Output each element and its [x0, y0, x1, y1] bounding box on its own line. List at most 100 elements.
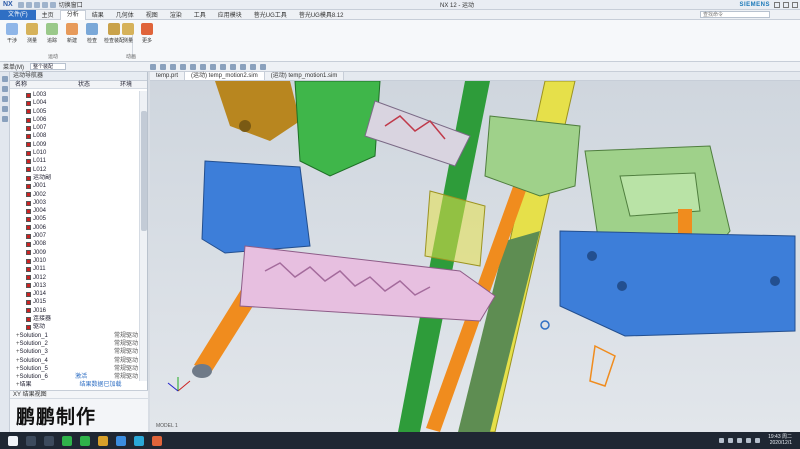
navigator-row[interactable]: L010 — [10, 149, 138, 157]
navigator-row[interactable]: 运动副 — [10, 174, 138, 182]
visibility-checkbox[interactable] — [26, 300, 31, 306]
visibility-checkbox[interactable] — [26, 308, 31, 314]
visibility-checkbox[interactable] — [26, 100, 31, 106]
tab-ug-tools[interactable]: 菩光UG工具 — [248, 10, 293, 19]
new-button[interactable]: 新建 — [62, 23, 82, 44]
navigator-row[interactable]: J005 — [10, 215, 138, 223]
light-green-lock[interactable] — [484, 115, 581, 197]
navigator-row[interactable]: L005 — [10, 108, 138, 116]
copy-icon[interactable] — [49, 1, 56, 8]
ime-icon[interactable] — [755, 438, 760, 443]
visibility-checkbox[interactable] — [26, 134, 31, 140]
navigator-row[interactable]: L006 — [10, 116, 138, 124]
navigator-row[interactable]: J001 — [10, 182, 138, 190]
app-icon-green[interactable] — [62, 435, 72, 446]
folder-icon[interactable] — [98, 435, 108, 446]
tab-ug-mold[interactable]: 菩光UG模具8.12 — [293, 10, 350, 19]
tab-render[interactable]: 渲染 — [164, 10, 188, 19]
visibility-checkbox[interactable] — [26, 266, 31, 272]
navigator-row[interactable]: J008 — [10, 240, 138, 248]
face-icon[interactable] — [180, 63, 186, 70]
interference-button[interactable]: 干涉 — [2, 23, 22, 44]
graphics-window[interactable]: MODEL 1 — [150, 81, 800, 432]
visibility-checkbox[interactable] — [26, 159, 31, 165]
tab-geometry[interactable]: 几何体 — [110, 10, 140, 19]
navigator-row[interactable]: 驱动 — [10, 323, 138, 331]
view-icon[interactable] — [210, 63, 216, 70]
navigator-row[interactable]: + Solution_4 常规驱动 — [10, 357, 138, 365]
navigator-row[interactable]: + Solution_2 常规驱动 — [10, 340, 138, 348]
menu-dropdown[interactable]: 菜单(M) — [0, 62, 27, 71]
quick-access-toolbar[interactable] — [17, 1, 56, 8]
gold-lifter[interactable] — [215, 81, 300, 141]
visibility-checkbox[interactable] — [26, 233, 31, 239]
visibility-checkbox[interactable] — [26, 183, 31, 189]
switch-window-button[interactable]: 切换窗口 — [59, 0, 83, 9]
wechat-icon[interactable] — [80, 435, 90, 446]
save-icon[interactable] — [17, 1, 24, 8]
navigator-icon[interactable] — [2, 76, 8, 82]
tray-icon[interactable] — [719, 438, 724, 443]
command-search-input[interactable]: 查找命令 — [700, 11, 770, 18]
network-icon[interactable] — [737, 438, 742, 443]
visibility-checkbox[interactable] — [26, 241, 31, 247]
undo-icon[interactable] — [25, 1, 32, 8]
cad-model-view[interactable] — [150, 81, 800, 432]
layer-icon[interactable] — [260, 63, 266, 70]
cut-icon[interactable] — [41, 1, 48, 8]
navigator-row[interactable]: L011 — [10, 157, 138, 165]
visibility-checkbox[interactable] — [26, 109, 31, 115]
tab-home[interactable]: 主页 — [36, 10, 60, 19]
navigator-scrollbar[interactable] — [139, 91, 147, 381]
tab-view[interactable]: 视图 — [140, 10, 164, 19]
measure-2-button[interactable]: 测量 — [118, 23, 138, 44]
part-navigator-icon[interactable] — [2, 86, 8, 92]
navigator-row[interactable]: L007 — [10, 124, 138, 132]
navigator-row[interactable]: + Solution_3 常规驱动 — [10, 348, 138, 356]
navigator-row[interactable]: J007 — [10, 232, 138, 240]
tab-tools[interactable]: 工具 — [188, 10, 212, 19]
nx-taskbar-icon[interactable] — [116, 435, 126, 446]
navigator-row[interactable]: J004 — [10, 207, 138, 215]
visibility-checkbox[interactable] — [26, 142, 31, 148]
navigator-row[interactable]: + Solution_5 常规驱动 — [10, 365, 138, 373]
blue-base-plate[interactable] — [559, 230, 796, 337]
edge-icon[interactable] — [190, 63, 196, 70]
navigator-row[interactable]: + 结果 结果数据已加载 — [10, 381, 138, 389]
pan-icon[interactable] — [240, 63, 246, 70]
task-view-icon[interactable] — [44, 435, 54, 446]
navigator-row[interactable]: J012 — [10, 274, 138, 282]
blue-slider-block[interactable] — [201, 160, 311, 254]
navigator-row[interactable]: J003 — [10, 199, 138, 207]
body-icon[interactable] — [200, 63, 206, 70]
visibility-checkbox[interactable] — [26, 324, 31, 330]
navigator-row[interactable]: L008 — [10, 132, 138, 140]
visibility-checkbox[interactable] — [26, 291, 31, 297]
navigator-row[interactable]: L009 — [10, 141, 138, 149]
visibility-checkbox[interactable] — [26, 150, 31, 156]
history-icon[interactable] — [2, 106, 8, 112]
navigator-row[interactable]: + Solution_1 常规驱动 — [10, 332, 138, 340]
recorder-icon[interactable] — [152, 435, 162, 446]
roles-icon[interactable] — [2, 116, 8, 122]
visibility-checkbox[interactable] — [26, 258, 31, 264]
navigator-row[interactable]: J009 — [10, 249, 138, 257]
filter-icon[interactable] — [150, 63, 156, 70]
visibility-checkbox[interactable] — [26, 217, 31, 223]
windows-start-icon[interactable] — [8, 435, 18, 446]
doc-tab-motion2[interactable]: (运动) temp_motion2.sim — [185, 72, 265, 80]
visibility-checkbox[interactable] — [26, 92, 31, 98]
navigator-row[interactable]: L012 — [10, 166, 138, 174]
tab-results[interactable]: 结果 — [86, 10, 110, 19]
tab-application[interactable]: 应用模块 — [212, 10, 248, 19]
navigator-row[interactable]: + Solution_6 激活 常规驱动 — [10, 373, 138, 381]
visibility-checkbox[interactable] — [26, 192, 31, 198]
visibility-checkbox[interactable] — [26, 167, 31, 173]
minimize-icon[interactable] — [774, 1, 780, 8]
target-marker[interactable] — [540, 320, 550, 330]
redo-icon[interactable] — [33, 1, 40, 8]
visibility-checkbox[interactable] — [26, 200, 31, 206]
more-button[interactable]: 更多 — [137, 23, 157, 44]
measure-button[interactable]: 测量 — [22, 23, 42, 44]
visibility-checkbox[interactable] — [26, 225, 31, 231]
